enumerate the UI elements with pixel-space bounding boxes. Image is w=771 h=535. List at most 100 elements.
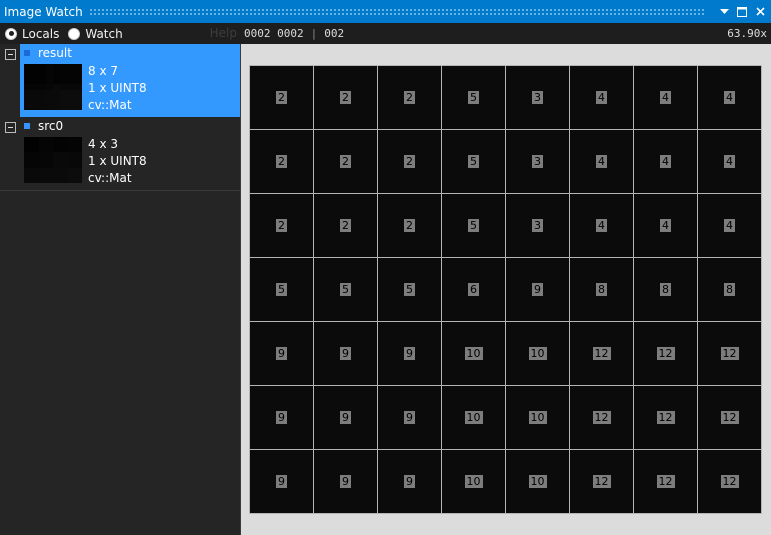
pixel-cell[interactable]: 12: [634, 450, 697, 513]
pixel-cell[interactable]: 4: [634, 130, 697, 193]
pixel-value-label: 5: [468, 219, 479, 232]
pixel-cell[interactable]: 10: [442, 450, 505, 513]
pixel-cell[interactable]: 2: [378, 194, 441, 257]
pixel-cell[interactable]: 5: [442, 66, 505, 129]
pixel-cell[interactable]: 2: [250, 194, 313, 257]
variable-item-result[interactable]: result 8 x 7 1 x UINT8 cv::Mat: [0, 44, 240, 117]
thumbnail-pixel: [60, 83, 68, 91]
pixel-cell[interactable]: 10: [506, 322, 569, 385]
pixel-value-label: 12: [720, 411, 739, 424]
pixel-cell[interactable]: 6: [442, 258, 505, 321]
pixel-value-label: 2: [340, 155, 351, 168]
variable-size: 8 x 7: [88, 64, 118, 78]
pixel-cell[interactable]: 12: [634, 386, 697, 449]
thumbnail-pixel: [53, 167, 68, 183]
pixel-cell[interactable]: 10: [506, 450, 569, 513]
pixel-cell[interactable]: 4: [698, 194, 761, 257]
pixel-cell[interactable]: 4: [570, 130, 633, 193]
pixel-value-label: 5: [276, 283, 287, 296]
pixel-cell[interactable]: 12: [570, 322, 633, 385]
pixel-cell[interactable]: 2: [250, 130, 313, 193]
pixel-cell[interactable]: 2: [250, 66, 313, 129]
pixel-cell[interactable]: 9: [250, 386, 313, 449]
pixel-cell[interactable]: 2: [314, 66, 377, 129]
pixel-cell[interactable]: 8: [698, 258, 761, 321]
pixel-cell[interactable]: 12: [570, 450, 633, 513]
pixel-value-label: 8: [596, 283, 607, 296]
help-link[interactable]: Help: [210, 26, 237, 40]
close-button[interactable]: [752, 4, 768, 20]
watch-radio[interactable]: Watch: [68, 27, 123, 41]
thumbnail-pixel: [24, 70, 32, 78]
dropdown-button[interactable]: [716, 4, 732, 20]
pixel-cell[interactable]: 9: [378, 322, 441, 385]
pixel-cell[interactable]: 9: [314, 386, 377, 449]
pixel-cell[interactable]: 12: [634, 322, 697, 385]
variable-item-src0[interactable]: src0 4 x 3 1 x UINT8 cv::Mat: [0, 117, 240, 190]
pixel-cell[interactable]: 9: [378, 450, 441, 513]
pixel-cell[interactable]: 5: [250, 258, 313, 321]
pixel-cell[interactable]: 10: [442, 386, 505, 449]
pixel-cell[interactable]: 2: [378, 66, 441, 129]
pixel-cell[interactable]: 4: [570, 194, 633, 257]
pixel-cell[interactable]: 10: [442, 322, 505, 385]
pixel-cell[interactable]: 8: [634, 258, 697, 321]
pixel-cell[interactable]: 5: [314, 258, 377, 321]
pixel-cell[interactable]: 2: [314, 130, 377, 193]
pixel-cell[interactable]: 9: [314, 322, 377, 385]
image-thumbnail: [24, 64, 82, 110]
pixel-cell[interactable]: 9: [506, 258, 569, 321]
pixel-cell[interactable]: 4: [570, 66, 633, 129]
thumbnail-pixel: [53, 152, 68, 168]
close-icon: [755, 7, 765, 16]
pixel-cell[interactable]: 4: [634, 66, 697, 129]
maximize-button[interactable]: [734, 4, 750, 20]
pixel-cell[interactable]: 12: [698, 450, 761, 513]
pixel-cell[interactable]: 4: [698, 130, 761, 193]
dropdown-icon: [719, 8, 729, 14]
pixel-cell[interactable]: 5: [442, 194, 505, 257]
image-viewer[interactable]: 2 2 2 5 3 4 4 4 2 2 2 5 3 4 4 4 2 2 2 5 3 4 4 4 5 5 5 6 9 8 8 8 9 9 9 10 10 1…: [241, 44, 771, 535]
pixel-cell[interactable]: 4: [698, 66, 761, 129]
pixel-cell[interactable]: 9: [314, 450, 377, 513]
thumbnail-pixel: [53, 83, 61, 91]
pixel-cell[interactable]: 5: [442, 130, 505, 193]
locals-radio-dot[interactable]: [5, 27, 17, 40]
pixel-value-label: 9: [532, 283, 543, 296]
pixel-cell[interactable]: 2: [314, 194, 377, 257]
list-divider: [0, 190, 240, 191]
pixel-value-label: 4: [724, 155, 735, 168]
pixel-grid[interactable]: 2 2 2 5 3 4 4 4 2 2 2 5 3 4 4 4 2 2 2 5 3 4 4 4 5 5 5 6 9 8 8 8 9 9 9 10 10 1…: [249, 65, 762, 514]
pixel-value-label: 2: [340, 91, 351, 104]
variable-size: 4 x 3: [88, 137, 118, 151]
locals-radio-label: Locals: [22, 26, 60, 41]
locals-radio[interactable]: Locals: [5, 27, 59, 41]
collapse-toggle[interactable]: [5, 49, 16, 60]
pixel-value-label: 4: [596, 91, 607, 104]
pixel-cell[interactable]: 12: [698, 322, 761, 385]
pixel-cell[interactable]: 5: [378, 258, 441, 321]
thumbnail-pixel: [38, 103, 46, 110]
pixel-value-label: 4: [660, 219, 671, 232]
variable-pixel-type: 1 x UINT8: [88, 154, 147, 168]
title-bar-grip[interactable]: [88, 8, 706, 15]
pixel-cell[interactable]: 8: [570, 258, 633, 321]
pixel-cell[interactable]: 12: [698, 386, 761, 449]
pixel-cell[interactable]: 10: [506, 386, 569, 449]
pixel-value-label: 12: [656, 411, 675, 424]
pixel-cell[interactable]: 3: [506, 194, 569, 257]
watch-radio-dot[interactable]: [68, 27, 81, 40]
pixel-cell[interactable]: 9: [250, 450, 313, 513]
pixel-cell[interactable]: 9: [378, 386, 441, 449]
pixel-cell[interactable]: 2: [378, 130, 441, 193]
pixel-cell[interactable]: 12: [570, 386, 633, 449]
pixel-cell[interactable]: 3: [506, 66, 569, 129]
collapse-toggle[interactable]: [5, 122, 16, 133]
pixel-cell[interactable]: 9: [250, 322, 313, 385]
pixel-cell[interactable]: 4: [634, 194, 697, 257]
variable-content[interactable]: src0 4 x 3 1 x UINT8 cv::Mat: [20, 117, 240, 190]
pixel-cell[interactable]: 3: [506, 130, 569, 193]
variable-content[interactable]: result 8 x 7 1 x UINT8 cv::Mat: [20, 44, 240, 117]
pixel-value-label: 12: [720, 347, 739, 360]
thumbnail-pixel: [67, 103, 75, 110]
